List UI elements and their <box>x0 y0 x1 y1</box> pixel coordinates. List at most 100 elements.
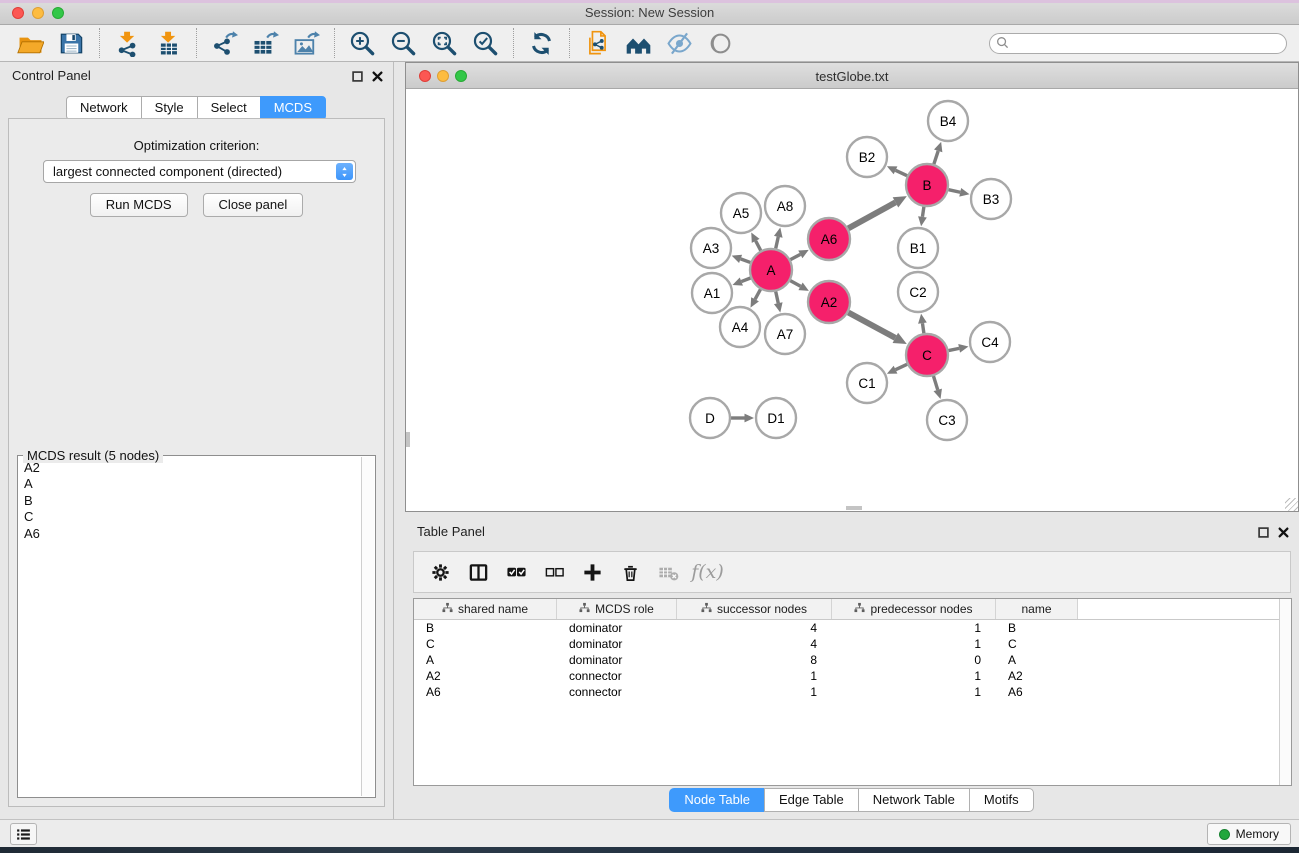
column-header-name[interactable]: name <box>996 599 1078 619</box>
export-network-icon[interactable] <box>204 27 245 59</box>
run-mcds-button[interactable]: Run MCDS <box>90 193 188 217</box>
table-cell[interactable]: 0 <box>832 653 996 667</box>
column-header-MCDS-role[interactable]: MCDS role <box>557 599 677 619</box>
tab-node-table[interactable]: Node Table <box>669 788 765 812</box>
graph-edge-A-A2[interactable] <box>790 281 809 291</box>
optimization-criterion-select[interactable]: largest connected component (directed) <box>43 160 356 183</box>
graph-edge-C-C3[interactable] <box>933 376 941 399</box>
search-input[interactable] <box>989 33 1287 54</box>
table-row[interactable]: A6connector11A6 <box>414 684 1291 700</box>
graph-edge-D-D1[interactable] <box>731 414 754 423</box>
graph-node-C1[interactable]: C1 <box>847 363 887 403</box>
graph-node-C4[interactable]: C4 <box>970 322 1010 362</box>
delete-columns-icon[interactable] <box>615 557 646 588</box>
open-session-icon[interactable] <box>10 27 51 59</box>
tab-select[interactable]: Select <box>197 96 261 120</box>
graph-edge-B-B2[interactable] <box>887 166 907 175</box>
table-cell[interactable]: 1 <box>832 669 996 683</box>
export-image-icon[interactable] <box>286 27 327 59</box>
help-home-icon[interactable] <box>618 27 659 59</box>
mcds-result-item[interactable]: A6 <box>24 526 361 542</box>
graph-node-C[interactable]: C <box>906 334 948 376</box>
table-cell[interactable]: 1 <box>677 669 832 683</box>
tab-style[interactable]: Style <box>141 96 198 120</box>
graph-node-B4[interactable]: B4 <box>928 101 968 141</box>
graph-node-B[interactable]: B <box>906 164 948 206</box>
table-cell[interactable]: dominator <box>557 621 677 635</box>
select-all-columns-icon[interactable] <box>501 557 532 588</box>
tab-motifs[interactable]: Motifs <box>969 788 1034 812</box>
graph-edge-C-C1[interactable] <box>887 364 907 373</box>
table-cell[interactable]: A <box>414 653 557 667</box>
graph-edge-A-A5[interactable] <box>751 232 761 250</box>
window-resize-grip[interactable] <box>1285 498 1298 511</box>
close-panel-icon[interactable] <box>372 69 383 80</box>
table-cell[interactable]: A6 <box>414 685 557 699</box>
save-session-icon[interactable] <box>51 27 92 59</box>
graph-node-A4[interactable]: A4 <box>720 307 760 347</box>
mcds-result-item[interactable]: C <box>24 509 361 525</box>
table-cell[interactable]: 1 <box>832 685 996 699</box>
float-table-panel-icon[interactable] <box>1258 525 1269 536</box>
table-cell[interactable]: 8 <box>677 653 832 667</box>
table-cell[interactable]: A2 <box>414 669 557 683</box>
table-cell[interactable]: dominator <box>557 637 677 651</box>
canvas-horizontal-scroll-thumb[interactable] <box>846 506 862 510</box>
graph-edge-A-A4[interactable] <box>751 289 761 307</box>
tab-network-table[interactable]: Network Table <box>858 788 970 812</box>
graph-node-A1[interactable]: A1 <box>692 273 732 313</box>
graph-edge-A-A3[interactable] <box>732 255 751 263</box>
add-column-icon[interactable] <box>577 557 608 588</box>
graph-edge-A-A7[interactable] <box>774 291 783 312</box>
graph-edge-A2-C[interactable] <box>848 312 906 344</box>
table-cell[interactable]: 4 <box>677 621 832 635</box>
open-app-manager-icon[interactable] <box>577 27 618 59</box>
apply-layout-icon[interactable] <box>521 27 562 59</box>
graph-edge-A6-B[interactable] <box>848 196 907 228</box>
zoom-fit-icon[interactable] <box>424 27 465 59</box>
graph-node-A2[interactable]: A2 <box>808 281 850 323</box>
table-cell[interactable]: C <box>414 637 557 651</box>
graph-edge-A-A1[interactable] <box>732 277 750 285</box>
import-table-icon[interactable] <box>148 27 189 59</box>
table-cell[interactable]: 4 <box>677 637 832 651</box>
table-cell[interactable]: connector <box>557 685 677 699</box>
toggle-columns-icon[interactable] <box>463 557 494 588</box>
graph-edge-B-B3[interactable] <box>948 188 969 197</box>
graph-edge-C-C2[interactable] <box>918 314 927 333</box>
graph-node-B1[interactable]: B1 <box>898 228 938 268</box>
table-row[interactable]: Adominator80A <box>414 652 1291 668</box>
float-panel-icon[interactable] <box>352 69 363 80</box>
mcds-result-item[interactable]: A2 <box>24 460 361 476</box>
table-cell[interactable]: B <box>996 621 1078 635</box>
zoom-selected-icon[interactable] <box>465 27 506 59</box>
table-cell[interactable]: connector <box>557 669 677 683</box>
table-row[interactable]: Bdominator41B <box>414 620 1291 636</box>
graph-node-A6[interactable]: A6 <box>808 218 850 260</box>
task-history-button[interactable] <box>10 823 37 845</box>
graph-node-D1[interactable]: D1 <box>756 398 796 438</box>
table-settings-icon[interactable] <box>425 557 456 588</box>
graph-node-A3[interactable]: A3 <box>691 228 731 268</box>
close-panel-button[interactable]: Close panel <box>203 193 304 217</box>
tab-mcds[interactable]: MCDS <box>260 96 326 120</box>
unselect-all-columns-icon[interactable] <box>539 557 570 588</box>
mcds-result-item[interactable]: B <box>24 493 361 509</box>
zoom-out-icon[interactable] <box>383 27 424 59</box>
graph-node-A[interactable]: A <box>750 249 792 291</box>
table-cell[interactable]: dominator <box>557 653 677 667</box>
graph-node-B2[interactable]: B2 <box>847 137 887 177</box>
import-network-icon[interactable] <box>107 27 148 59</box>
canvas-vertical-scroll-thumb[interactable] <box>406 432 410 447</box>
table-cell[interactable]: A2 <box>996 669 1078 683</box>
graph-edge-B-B1[interactable] <box>918 207 927 226</box>
table-cell[interactable]: B <box>414 621 557 635</box>
tab-edge-table[interactable]: Edge Table <box>764 788 859 812</box>
result-scrollbar[interactable] <box>361 457 374 796</box>
table-cell[interactable]: A6 <box>996 685 1078 699</box>
table-row[interactable]: Cdominator41C <box>414 636 1291 652</box>
table-row[interactable]: A2connector11A2 <box>414 668 1291 684</box>
table-cell[interactable]: C <box>996 637 1078 651</box>
column-header-shared-name[interactable]: shared name <box>414 599 557 619</box>
graph-node-C2[interactable]: C2 <box>898 272 938 312</box>
